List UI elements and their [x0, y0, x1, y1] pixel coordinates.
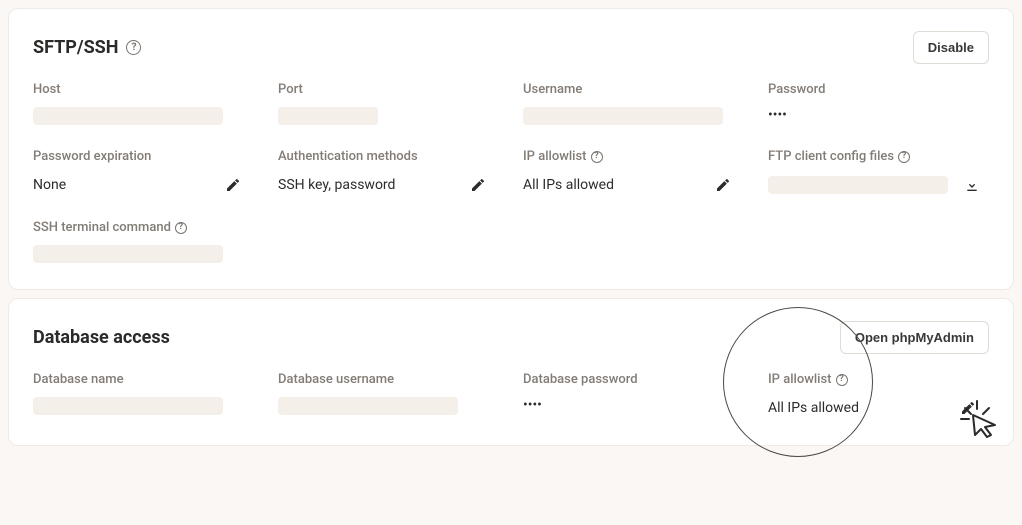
help-icon[interactable]: ? [175, 222, 187, 234]
download-icon [964, 177, 980, 193]
ftp-client-value [768, 176, 948, 194]
ssh-terminal-label: SSH terminal command ? [33, 220, 254, 235]
sftp-card: SFTP/SSH ? Disable Host Port Username Pa… [8, 8, 1014, 290]
database-header: Database access Open phpMyAdmin [33, 321, 989, 354]
ip-allowlist-label-text: IP allowlist [523, 149, 587, 164]
sftp-header: SFTP/SSH ? Disable [33, 31, 989, 64]
db-name-field: Database name [33, 372, 254, 419]
host-field: Host [33, 82, 254, 125]
ip-allowlist-field: IP allowlist ? All IPs allowed [523, 149, 744, 196]
disable-button[interactable]: Disable [913, 31, 989, 64]
host-value [33, 107, 223, 125]
password-field: Password •••• [768, 82, 989, 125]
db-password-label: Database password [523, 372, 744, 387]
help-icon[interactable]: ? [126, 40, 141, 55]
db-ip-allowlist-value: All IPs allowed [768, 400, 859, 416]
db-name-label: Database name [33, 372, 254, 387]
host-label: Host [33, 82, 254, 97]
db-username-label: Database username [278, 372, 499, 387]
pw-expiration-field: Password expiration None [33, 149, 254, 196]
db-name-value [33, 397, 223, 415]
sftp-grid: Host Port Username Password •••• Passwor… [33, 82, 989, 263]
edit-pw-expiration-button[interactable] [222, 174, 244, 196]
ssh-terminal-field: SSH terminal command ? [33, 220, 254, 263]
help-icon[interactable]: ? [836, 374, 848, 386]
sftp-title-wrap: SFTP/SSH ? [33, 37, 141, 58]
db-password-value: •••• [523, 397, 744, 413]
ftp-client-label-text: FTP client config files [768, 149, 894, 164]
password-value: •••• [768, 107, 989, 123]
port-field: Port [278, 82, 499, 125]
ip-allowlist-label: IP allowlist ? [523, 149, 744, 164]
ftp-client-label: FTP client config files ? [768, 149, 989, 164]
pw-expiration-value: None [33, 177, 66, 193]
database-card: Database access Open phpMyAdmin Database… [8, 298, 1014, 446]
sftp-title: SFTP/SSH [33, 37, 118, 58]
help-icon[interactable]: ? [898, 151, 910, 163]
username-field: Username [523, 82, 744, 125]
pencil-icon [960, 400, 976, 416]
open-phpmyadmin-button[interactable]: Open phpMyAdmin [840, 321, 989, 354]
pw-expiration-label: Password expiration [33, 149, 254, 164]
db-ip-allowlist-field: IP allowlist ? All IPs allowed [768, 372, 989, 419]
auth-methods-label: Authentication methods [278, 149, 499, 164]
ip-allowlist-value: All IPs allowed [523, 177, 614, 193]
help-icon[interactable]: ? [591, 151, 603, 163]
auth-methods-field: Authentication methods SSH key, password [278, 149, 499, 196]
edit-auth-methods-button[interactable] [467, 174, 489, 196]
pencil-icon [470, 177, 486, 193]
db-password-field: Database password •••• [523, 372, 744, 419]
ssh-terminal-label-text: SSH terminal command [33, 220, 171, 235]
db-username-field: Database username [278, 372, 499, 419]
database-title: Database access [33, 327, 170, 348]
ftp-client-field: FTP client config files ? [768, 149, 989, 196]
edit-db-ip-allowlist-button[interactable] [957, 397, 979, 419]
port-label: Port [278, 82, 499, 97]
ssh-terminal-value [33, 245, 223, 263]
port-value [278, 107, 378, 125]
database-grid: Database name Database username Database… [33, 372, 989, 419]
pencil-icon [225, 177, 241, 193]
edit-ip-allowlist-button[interactable] [712, 174, 734, 196]
db-ip-allowlist-label: IP allowlist ? [768, 372, 989, 387]
db-username-value [278, 397, 458, 415]
username-value [523, 107, 723, 125]
username-label: Username [523, 82, 744, 97]
password-label: Password [768, 82, 989, 97]
download-ftp-config-button[interactable] [961, 174, 983, 196]
db-ip-allowlist-label-text: IP allowlist [768, 372, 832, 387]
pencil-icon [715, 177, 731, 193]
auth-methods-value: SSH key, password [278, 177, 395, 193]
